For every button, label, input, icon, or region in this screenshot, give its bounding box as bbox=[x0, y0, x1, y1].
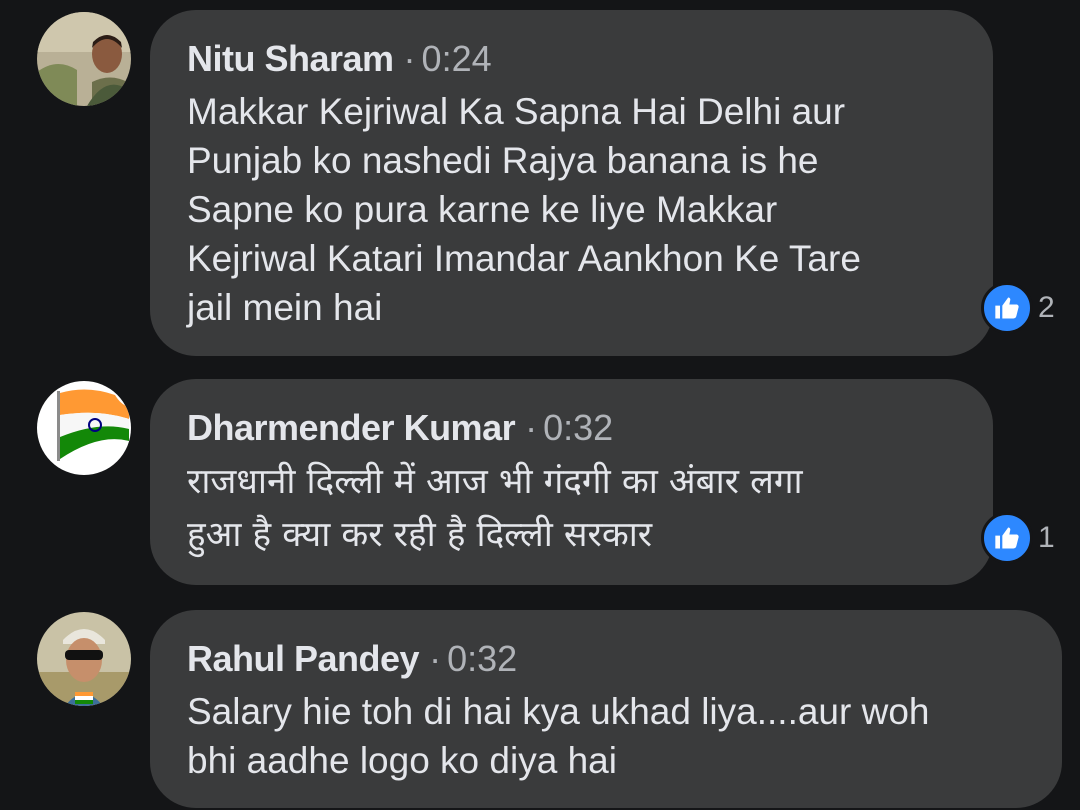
comment-text: राजधानी दिल्ली में आज भी गंदगी का अंबार … bbox=[187, 462, 803, 555]
video-timestamp[interactable]: 0:24 bbox=[422, 38, 492, 79]
comment-bubble: Nitu Sharam · 0:24 Makkar Kejriwal Ka Sapn… bbox=[150, 10, 993, 356]
avatar[interactable] bbox=[37, 612, 131, 706]
comment-text: Salary hie toh di hai kya ukhad liya....… bbox=[187, 691, 930, 781]
comment-header: Rahul Pandey · 0:32 bbox=[187, 638, 1026, 680]
author-name[interactable]: Rahul Pandey bbox=[187, 638, 420, 679]
separator-dot: · bbox=[525, 407, 538, 448]
user-photo-icon bbox=[37, 612, 131, 706]
author-name[interactable]: Dharmender Kumar bbox=[187, 407, 516, 448]
comments-screen: Nitu Sharam · 0:24 Makkar Kejriwal Ka Sapn… bbox=[0, 0, 1080, 810]
thumbs-up-icon bbox=[981, 512, 1033, 564]
comment-text: Makkar Kejriwal Ka Sapna Hai Delhi aur P… bbox=[187, 91, 861, 328]
video-timestamp[interactable]: 0:32 bbox=[447, 638, 517, 679]
avatar[interactable] bbox=[37, 381, 131, 475]
indian-flag-icon bbox=[37, 381, 131, 475]
comment-header: Nitu Sharam · 0:24 bbox=[187, 38, 957, 80]
comment-bubble: Rahul Pandey · 0:32 Salary hie toh di hai … bbox=[150, 610, 1062, 808]
separator-dot: · bbox=[403, 38, 416, 79]
author-name[interactable]: Nitu Sharam bbox=[187, 38, 394, 79]
video-timestamp[interactable]: 0:32 bbox=[543, 407, 613, 448]
reaction-count: 1 bbox=[1038, 521, 1055, 554]
reaction-badge[interactable]: 2 bbox=[981, 282, 1055, 334]
thumbs-up-icon bbox=[981, 282, 1033, 334]
comment-bubble: Dharmender Kumar · 0:32 राजधानी दिल्ली में… bbox=[150, 379, 993, 585]
user-photo-icon bbox=[37, 12, 131, 106]
reaction-badge[interactable]: 1 bbox=[981, 512, 1055, 564]
avatar[interactable] bbox=[37, 12, 131, 106]
separator-dot: · bbox=[429, 638, 442, 679]
comment-header: Dharmender Kumar · 0:32 bbox=[187, 407, 957, 449]
reaction-count: 2 bbox=[1038, 291, 1055, 324]
